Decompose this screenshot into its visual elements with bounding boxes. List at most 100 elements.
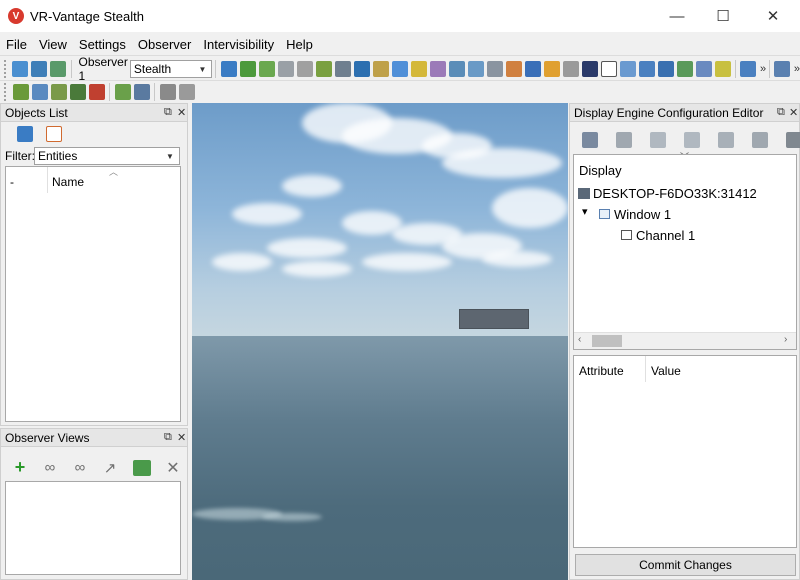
toolbar-overflow-button-2[interactable]: »	[794, 63, 800, 75]
scroll-left-icon[interactable]: ‹	[578, 334, 581, 345]
observer-views-list[interactable]	[5, 481, 181, 575]
map-icon[interactable]	[372, 60, 389, 77]
toolbar-grip[interactable]	[4, 83, 7, 101]
sphere-icon[interactable]	[600, 60, 617, 77]
tree-node-host[interactable]: DESKTOP-F6DO33K:31412	[593, 186, 757, 201]
cloud	[442, 148, 562, 178]
filter-select[interactable]: Entities ▼	[34, 147, 180, 165]
float-icon[interactable]: ⧉	[164, 106, 172, 119]
minimize-button[interactable]: —	[654, 0, 700, 32]
scene-viewport[interactable]	[192, 103, 568, 580]
menu-settings[interactable]: Settings	[73, 37, 132, 52]
maximize-button[interactable]: ☐	[700, 0, 746, 32]
light-icon[interactable]	[410, 60, 427, 77]
satellite-icon[interactable]	[353, 60, 370, 77]
night-icon[interactable]	[581, 60, 598, 77]
crosshair-icon[interactable]	[277, 60, 294, 77]
close-icon[interactable]: ✕	[789, 106, 798, 119]
ship-model[interactable]	[459, 309, 529, 329]
camera-icon[interactable]	[334, 60, 351, 77]
add-channel-icon[interactable]	[649, 132, 666, 148]
screen-icon[interactable]	[657, 60, 674, 77]
entity-list-icon[interactable]	[31, 84, 48, 100]
view-icon[interactable]	[638, 60, 655, 77]
add-display-icon[interactable]	[581, 132, 598, 148]
move-entity-icon[interactable]	[50, 84, 67, 100]
search-icon[interactable]	[562, 60, 579, 77]
documents-tab-icon[interactable]	[45, 126, 62, 142]
attribute-table[interactable]: Attribute Value	[573, 355, 797, 548]
entities-tab-icon[interactable]	[16, 126, 33, 142]
objects-table[interactable]: - Name ︿	[5, 166, 181, 422]
save-scenario-icon[interactable]	[31, 60, 48, 77]
terrain-icon[interactable]	[50, 60, 67, 77]
window-node-icon	[599, 209, 610, 219]
network-icon[interactable]	[159, 84, 176, 100]
close-icon[interactable]: ✕	[177, 106, 186, 119]
tree-node-window[interactable]: Window 1	[614, 207, 671, 222]
observer-mode-value: Stealth	[133, 61, 172, 76]
unlink-icon[interactable]: ∞	[71, 459, 89, 476]
fire-icon[interactable]	[505, 60, 522, 77]
group-entity-icon[interactable]	[69, 84, 86, 100]
scrollbar-thumb[interactable]	[592, 335, 622, 347]
edit-icon[interactable]	[774, 60, 791, 77]
column-header-dash[interactable]: -	[10, 175, 14, 189]
cloud	[232, 203, 302, 225]
goto-view-icon[interactable]: ↗	[101, 459, 119, 477]
export-icon[interactable]	[785, 132, 800, 148]
commit-changes-button[interactable]: Commit Changes	[575, 554, 796, 576]
back-icon[interactable]	[740, 60, 757, 77]
display-tree[interactable]: Display DESKTOP-F6DO33K:31412 ▾ Window 1…	[573, 154, 797, 350]
fly-icon[interactable]	[220, 60, 237, 77]
person-icon[interactable]	[524, 60, 541, 77]
float-icon[interactable]: ⧉	[164, 431, 172, 444]
toolbar-grip[interactable]	[4, 59, 7, 78]
tree-node-channel[interactable]: Channel 1	[636, 228, 695, 243]
label-icon[interactable]	[429, 60, 446, 77]
sun-icon[interactable]	[543, 60, 560, 77]
toolbar-overflow-button[interactable]: »	[760, 63, 766, 75]
update-view-icon[interactable]	[132, 459, 151, 476]
tether-icon[interactable]	[239, 60, 256, 77]
window-icon[interactable]	[619, 60, 636, 77]
menu-view[interactable]: View	[33, 37, 73, 52]
delete-view-icon[interactable]: ✕	[164, 458, 182, 478]
observer-mode-select[interactable]: Stealth ▼	[129, 59, 213, 78]
pen-icon[interactable]	[695, 60, 712, 77]
column-header-name[interactable]: Name	[52, 175, 84, 189]
playback-icon[interactable]	[178, 84, 195, 100]
properties-icon[interactable]	[751, 132, 768, 148]
menu-file[interactable]: File	[0, 37, 33, 52]
link-icon[interactable]: ∞	[41, 459, 59, 476]
column-header-attribute[interactable]: Attribute	[579, 364, 624, 378]
add-window-icon[interactable]	[615, 132, 632, 148]
expand-chevron-icon[interactable]: ▾	[582, 205, 588, 218]
wind-icon[interactable]	[448, 60, 465, 77]
weather-icon[interactable]	[467, 60, 484, 77]
grid-icon[interactable]	[296, 60, 313, 77]
add-view-icon[interactable]: +	[11, 457, 29, 478]
dis-icon[interactable]	[133, 84, 150, 100]
menu-help[interactable]: Help	[280, 37, 319, 52]
elevation-icon[interactable]	[391, 60, 408, 77]
horizontal-scrollbar[interactable]: ‹ ›	[574, 332, 796, 349]
copy-channel-icon[interactable]	[683, 132, 700, 148]
float-icon[interactable]: ⧉	[777, 106, 785, 119]
close-button[interactable]: ✕	[750, 0, 796, 32]
marker-icon[interactable]	[714, 60, 731, 77]
menu-observer[interactable]: Observer	[132, 37, 197, 52]
create-entity-icon[interactable]	[12, 84, 29, 100]
delete-entity-icon[interactable]	[88, 84, 105, 100]
scroll-right-icon[interactable]: ›	[784, 334, 787, 345]
menu-intervisibility[interactable]: Intervisibility	[197, 37, 280, 52]
ground-clamp-icon[interactable]	[315, 60, 332, 77]
close-icon[interactable]: ✕	[177, 431, 186, 444]
open-scenario-icon[interactable]	[12, 60, 29, 77]
image-icon[interactable]	[676, 60, 693, 77]
attach-icon[interactable]	[258, 60, 275, 77]
ruler-icon[interactable]	[486, 60, 503, 77]
remove-channel-icon[interactable]	[717, 132, 734, 148]
column-header-value[interactable]: Value	[651, 364, 681, 378]
tank-icon[interactable]	[114, 84, 131, 100]
